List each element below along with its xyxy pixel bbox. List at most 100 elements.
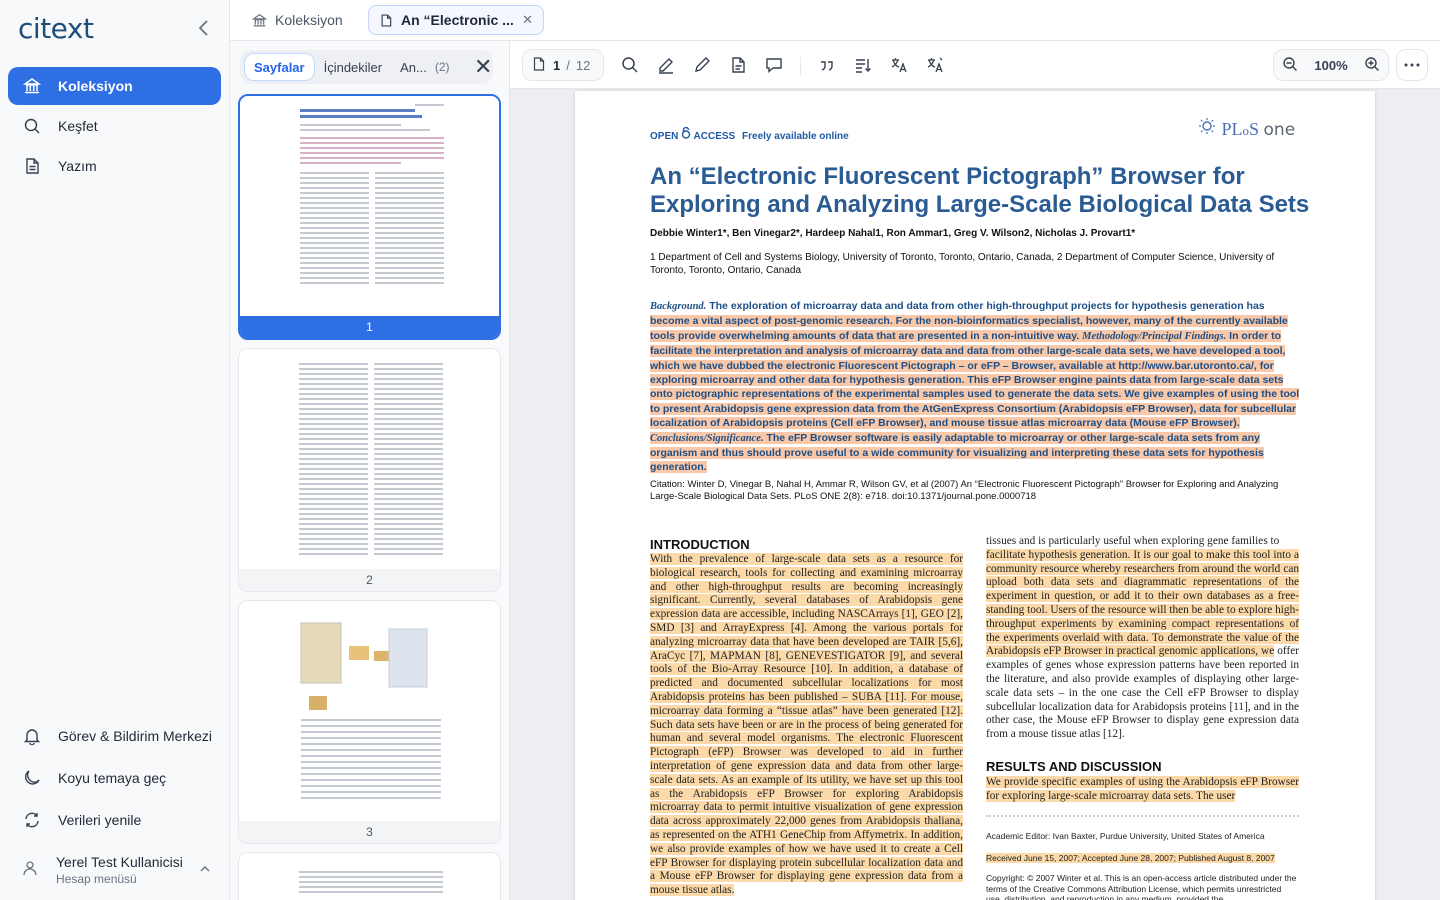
highlight-annotation[interactable]: facilitate hypothesis generation. It is … bbox=[986, 548, 1299, 658]
thumbnail-preview bbox=[239, 853, 500, 893]
chevron-left-icon[interactable] bbox=[196, 18, 212, 38]
article-abstract[interactable]: Background. The exploration of microarra… bbox=[650, 299, 1302, 475]
logo-text: text bbox=[40, 12, 94, 45]
introduction-continued[interactable]: tissues and is particularly useful when … bbox=[986, 535, 1299, 742]
tab-label: An... bbox=[400, 59, 427, 75]
page-thumbnail[interactable]: 1 bbox=[238, 94, 501, 340]
article-affiliation: 1 Department of Cell and Systems Biology… bbox=[650, 252, 1275, 276]
quote-icon[interactable] bbox=[815, 53, 839, 77]
highlight-annotation[interactable]: Received June 15, 2007; Accepted June 28… bbox=[986, 853, 1275, 863]
thumbnail-preview bbox=[239, 349, 500, 569]
user-icon bbox=[22, 860, 42, 881]
pdf-page[interactable]: OPEN ACCESS Freely available online PLoS… bbox=[575, 91, 1375, 900]
note-icon[interactable] bbox=[726, 53, 750, 77]
copyright: Copyright: © 2007 Winter et al. This is … bbox=[986, 873, 1297, 900]
document-icon bbox=[22, 156, 42, 176]
main-nav: Koleksiyon Keşfet Yazım bbox=[8, 67, 221, 187]
highlight-annotation[interactable]: become a vital aspect of post-genomic re… bbox=[650, 315, 1300, 474]
sidebar-item-yazim[interactable]: Yazım bbox=[8, 147, 221, 185]
sidebar: citext Koleksiyon Keşfet Yazım Görev & B… bbox=[0, 0, 230, 900]
tab-label: Koleksiyon bbox=[275, 12, 343, 28]
highlighter-icon[interactable] bbox=[654, 53, 678, 77]
more-options-icon[interactable] bbox=[1396, 49, 1428, 81]
total-pages: 12 bbox=[575, 57, 591, 73]
abstract-background-text: The exploration of microarray data and d… bbox=[706, 300, 1265, 312]
sidebar-item-label: Keşfet bbox=[58, 118, 98, 134]
chevron-up-icon bbox=[199, 862, 211, 880]
page-thumbnail[interactable]: 3 bbox=[238, 600, 501, 844]
tab-document[interactable]: An “Electronic ... ✕ bbox=[368, 5, 544, 35]
open-access-label: OPEN bbox=[650, 131, 679, 142]
search-icon bbox=[22, 116, 42, 136]
sidebar-item-refresh[interactable]: Verileri yenile bbox=[8, 800, 221, 840]
sidebar-item-koleksiyon[interactable]: Koleksiyon bbox=[8, 67, 221, 105]
results-text[interactable]: We provide specific examples of using th… bbox=[986, 776, 1299, 804]
article-title: An “Electronic Fluorescent Pictograph” B… bbox=[650, 163, 1310, 218]
moon-icon bbox=[22, 768, 42, 788]
sidebar-item-label: Koyu temaya geç bbox=[58, 770, 167, 786]
lock-icon bbox=[681, 126, 693, 142]
freely-available: Freely available online bbox=[742, 131, 849, 142]
zoom-control: 100% bbox=[1273, 49, 1389, 81]
close-icon[interactable]: ✕ bbox=[522, 12, 533, 28]
user-name: Yerel Test Kullanicisi bbox=[56, 854, 183, 870]
thumbnail-preview bbox=[240, 96, 499, 316]
annotation-count: (2) bbox=[434, 60, 450, 74]
bank-icon bbox=[22, 76, 42, 96]
user-menu[interactable]: Yerel Test Kullanicisi Hesap menüsü bbox=[8, 848, 221, 892]
translate-icon[interactable] bbox=[887, 53, 911, 77]
sidebar-item-dark-theme[interactable]: Koyu temaya geç bbox=[8, 758, 221, 798]
abstract-background-label: Background. bbox=[650, 301, 707, 312]
sidebar-item-notifications[interactable]: Görev & Bildirim Merkezi bbox=[8, 716, 221, 756]
sidebar-item-kesfet[interactable]: Keşfet bbox=[8, 107, 221, 145]
dotted-divider bbox=[986, 815, 1299, 819]
current-page[interactable]: 1 bbox=[553, 58, 560, 73]
abstract-conclusion-label: Conclusions/Significance. bbox=[650, 432, 764, 444]
file-icon bbox=[533, 56, 545, 74]
page-number: 3 bbox=[239, 821, 500, 843]
search-icon[interactable] bbox=[618, 53, 642, 77]
section-heading-introduction: INTRODUCTION bbox=[650, 537, 750, 552]
tab-sayfalar[interactable]: Sayfalar bbox=[244, 53, 315, 81]
toolbar-divider bbox=[800, 57, 801, 75]
logo-ci: ci bbox=[18, 12, 41, 45]
thumbnail-preview bbox=[239, 601, 500, 821]
highlight-annotation[interactable]: With the prevalence of large-scale data … bbox=[650, 553, 963, 897]
sidebar-item-label: Verileri yenile bbox=[58, 812, 142, 828]
bottom-nav: Görev & Bildirim Merkezi Koyu temaya geç… bbox=[8, 716, 221, 842]
journal-s: S bbox=[1249, 119, 1260, 139]
highlight-annotation[interactable]: We provide specific examples of using th… bbox=[986, 776, 1299, 802]
received-dates: Received June 15, 2007; Accepted June 28… bbox=[986, 853, 1299, 864]
page-indicator[interactable]: 1 / 12 bbox=[522, 49, 604, 81]
translate-alt-icon[interactable] bbox=[923, 53, 947, 77]
app-root: citext Koleksiyon Keşfet Yazım Görev & B… bbox=[0, 0, 1440, 900]
abstract-method-label: Methodology/Principal Findings. bbox=[1082, 330, 1227, 342]
article-authors: Debbie Winter1*, Ben Vinegar2*, Hardeep … bbox=[650, 228, 1136, 239]
introduction-text[interactable]: With the prevalence of large-scale data … bbox=[650, 553, 963, 898]
sidebar-item-label: Koleksiyon bbox=[58, 78, 133, 94]
close-panel-icon[interactable]: ✕ bbox=[474, 54, 492, 80]
paragraph-text: tissues and is particularly useful when … bbox=[986, 535, 1280, 547]
open-access-badge: OPEN ACCESS Freely available online bbox=[650, 126, 849, 142]
document-viewer[interactable]: OPEN ACCESS Freely available online PLoS… bbox=[510, 89, 1440, 900]
comment-icon[interactable] bbox=[762, 53, 786, 77]
zoom-in-icon[interactable] bbox=[1364, 56, 1380, 75]
page-number: 1 bbox=[240, 316, 499, 338]
zoom-level[interactable]: 100% bbox=[1314, 58, 1347, 73]
page-thumbnail[interactable] bbox=[238, 852, 501, 900]
list-sort-icon[interactable] bbox=[851, 53, 875, 77]
journal-one: one bbox=[1263, 120, 1296, 140]
journal-logo: PLoS one bbox=[1197, 117, 1295, 140]
tab-annotations[interactable]: An... (2) bbox=[391, 53, 458, 81]
tab-koleksiyon[interactable]: Koleksiyon bbox=[242, 5, 353, 35]
app-logo[interactable]: citext bbox=[18, 12, 94, 45]
bell-icon bbox=[22, 726, 42, 746]
academic-editor: Academic Editor: Ivan Baxter, Purdue Uni… bbox=[986, 831, 1265, 841]
pen-icon[interactable] bbox=[690, 53, 714, 77]
tab-icindekiler[interactable]: İçindekiler bbox=[315, 53, 392, 81]
journal-pl: PL bbox=[1221, 119, 1243, 139]
page-thumbnail[interactable]: 2 bbox=[238, 348, 501, 592]
sidebar-item-label: Görev & Bildirim Merkezi bbox=[58, 728, 213, 744]
bank-icon bbox=[252, 13, 267, 28]
zoom-out-icon[interactable] bbox=[1282, 56, 1298, 75]
